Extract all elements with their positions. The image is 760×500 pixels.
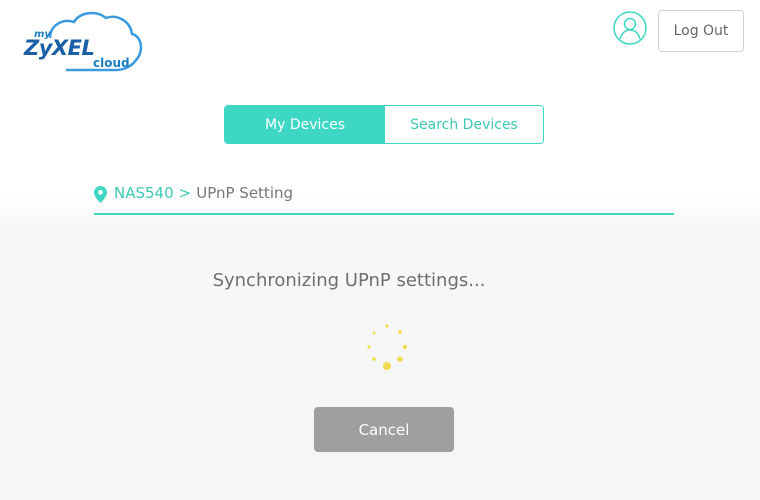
loading-spinner-icon	[367, 324, 408, 370]
tab-search-devices[interactable]: Search Devices	[385, 106, 543, 143]
logo-brand: ZyXEL	[24, 36, 95, 60]
breadcrumb-device-link[interactable]: NAS540	[114, 184, 174, 202]
device-tabs: My Devices Search Devices	[224, 105, 544, 144]
breadcrumb-current-page: UPnP Setting	[196, 184, 294, 202]
breadcrumb-separator: >	[178, 184, 192, 202]
location-pin-icon	[94, 186, 107, 203]
logo-suffix: cloud	[93, 56, 130, 70]
tab-my-devices[interactable]: My Devices	[225, 106, 385, 143]
user-circle-icon[interactable]	[613, 11, 647, 45]
page: my ZyXEL cloud Log Out My Devices Search…	[0, 0, 760, 500]
zyxel-cloud-logo[interactable]: my ZyXEL cloud	[20, 8, 145, 76]
cancel-button[interactable]: Cancel	[314, 407, 454, 452]
sync-status-text: Synchronizing UPnP settings...	[212, 270, 486, 291]
logout-button[interactable]: Log Out	[658, 10, 744, 52]
breadcrumb: NAS540 > UPnP Setting	[94, 184, 674, 215]
